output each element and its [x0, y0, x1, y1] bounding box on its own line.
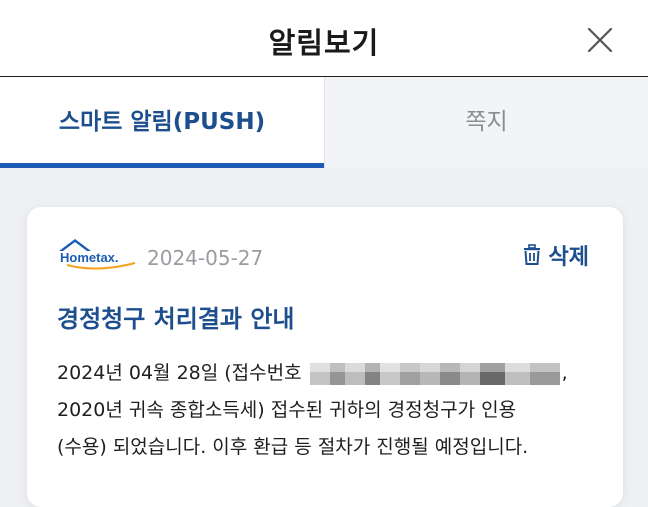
trash-icon: [523, 244, 540, 265]
tab-bar: 스마트 알림(PUSH) 쪽지: [0, 77, 648, 168]
delete-label: 삭제: [548, 245, 589, 270]
notification-body: 2024년 04월 28일 (접수번호, 2020년 귀속 종합소득세) 접수된…: [57, 355, 597, 466]
page-title: 알림보기: [268, 26, 380, 60]
header-bar: 알림보기: [0, 0, 648, 77]
notification-card: Hometax. 2024-05-27 삭제 경정청구 처리결과 안내 2024…: [27, 207, 623, 507]
tab-messages[interactable]: 쪽지: [324, 77, 648, 168]
redacted-receipt-number: [309, 362, 560, 385]
body-line-3: (수용) 되었습니다. 이후 환급 등 절차가 진행될 예정입니다.: [57, 436, 529, 458]
close-icon[interactable]: [586, 26, 614, 54]
notification-date: 2024-05-27: [147, 246, 264, 270]
hometax-logo: Hometax.: [59, 239, 136, 270]
body-line-1: 2024년 04월 28일 (접수번호,: [57, 355, 597, 392]
body-line-1-text: 2024년 04월 28일 (접수번호: [57, 362, 302, 384]
notification-title: 경정청구 처리결과 안내: [57, 305, 295, 333]
delete-button[interactable]: 삭제: [522, 241, 589, 270]
body-line-2: 2020년 귀속 종합소득세) 접수된 귀하의 경정청구가 인용: [57, 399, 517, 421]
logo-text-home: Hometax.: [60, 250, 119, 265]
body-line-1-comma: ,: [561, 362, 568, 384]
tab-smart-push[interactable]: 스마트 알림(PUSH): [0, 77, 324, 168]
